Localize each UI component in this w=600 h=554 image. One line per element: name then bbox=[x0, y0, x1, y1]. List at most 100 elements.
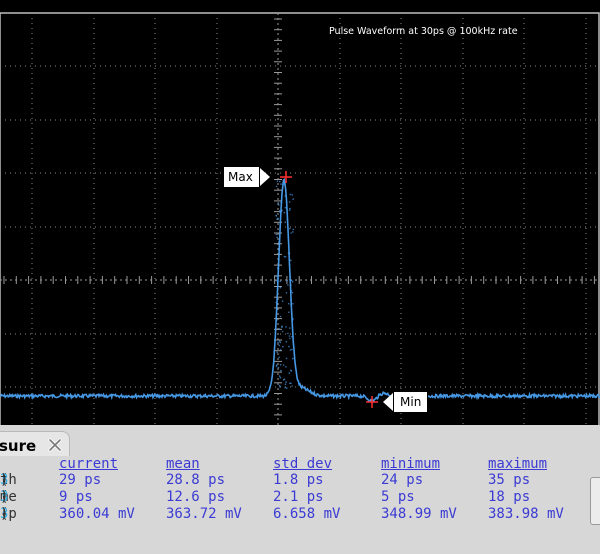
trace-noise-dot bbox=[291, 385, 293, 387]
trace-noise-dot bbox=[275, 279, 277, 282]
trace-noise-dot bbox=[289, 193, 292, 196]
trace-noise-dot bbox=[281, 300, 284, 302]
trace-noise-dot bbox=[288, 209, 291, 211]
measurement-row-width[interactable]: th(3) 29 ps 28.8 ps 1.8 ps 24 ps 35 ps bbox=[0, 472, 600, 489]
trace-noise-dot bbox=[277, 281, 279, 283]
trace-noise-dot bbox=[292, 228, 295, 231]
trace-noise-dot bbox=[275, 185, 278, 188]
trace-noise-dot bbox=[279, 386, 281, 388]
graticule-frame bbox=[0, 12, 600, 425]
trace-noise-dot bbox=[287, 252, 290, 255]
trace-noise-dot bbox=[275, 233, 278, 236]
trace-noise-dot bbox=[278, 340, 281, 343]
trace-noise-dot bbox=[287, 332, 289, 335]
trace-noise-dot bbox=[288, 345, 290, 348]
trace-noise-dot bbox=[291, 348, 293, 351]
measurement-header-row: current mean std dev minimum maximum bbox=[0, 456, 600, 473]
value-current: 360.04 mV bbox=[59, 506, 135, 522]
trace-noise-dot bbox=[289, 227, 291, 230]
trace-noise-dot bbox=[286, 218, 289, 221]
trace-noise-dot bbox=[286, 201, 288, 203]
trace-noise-dot bbox=[279, 349, 282, 351]
value-maximum: 18 ps bbox=[488, 489, 531, 505]
header-std-dev: std dev bbox=[273, 456, 333, 472]
value-minimum: 5 ps bbox=[381, 489, 415, 505]
trace-noise-dot bbox=[275, 301, 278, 304]
panel-side-button[interactable] bbox=[590, 477, 600, 525]
trace-noise-dot bbox=[292, 198, 295, 200]
trace-noise-dot bbox=[279, 226, 281, 229]
measure-tab[interactable]: sure bbox=[0, 431, 70, 456]
trace-noise-dot bbox=[287, 302, 290, 305]
measure-panel: sure current mean std dev minimum maximu… bbox=[0, 425, 600, 554]
value-maximum: 383.98 mV bbox=[488, 506, 564, 522]
trace-noise-dot bbox=[278, 245, 281, 247]
trace-noise-dot bbox=[278, 204, 280, 206]
max-marker-label: Max bbox=[223, 166, 270, 188]
trace-noise-dot bbox=[284, 206, 287, 209]
trace-noise-dot bbox=[285, 292, 288, 294]
trace-noise-dot bbox=[284, 195, 287, 197]
trace-noise-dot bbox=[289, 382, 291, 385]
trace-noise-dot bbox=[281, 326, 283, 329]
trace-noise-dot bbox=[285, 326, 287, 328]
value-maximum: 35 ps bbox=[488, 472, 531, 488]
trace-noise-dot bbox=[278, 180, 281, 183]
header-minimum: minimum bbox=[381, 456, 441, 472]
trace-noise-dot bbox=[292, 303, 294, 305]
trace-noise-dot bbox=[288, 201, 291, 203]
trace-noise-dot bbox=[277, 202, 280, 204]
oscilloscope-display: Pulse Waveform at 30ps @ 100kHz rate Max… bbox=[0, 0, 600, 425]
trace-noise-dot bbox=[276, 180, 279, 182]
trace-noise-dot bbox=[277, 277, 279, 280]
trace-noise-dot bbox=[284, 383, 287, 386]
value-mean: 28.8 ps bbox=[166, 472, 226, 488]
trace-noise-dot bbox=[278, 375, 281, 377]
trace-noise-dot bbox=[292, 231, 294, 233]
measurement-row-peak-to-peak[interactable]: -p(3) 360.04 mV 363.72 mV 6.658 mV 348.9… bbox=[0, 506, 600, 523]
trace-noise-dot bbox=[283, 211, 286, 214]
value-std-dev: 1.8 ps bbox=[273, 472, 324, 488]
trace-noise-dot bbox=[290, 370, 293, 372]
close-icon[interactable] bbox=[47, 437, 63, 453]
trace-noise-dot bbox=[289, 278, 291, 281]
trace-noise-dot bbox=[291, 336, 293, 338]
trace-noise-dot bbox=[282, 345, 284, 348]
trace-noise-dot bbox=[279, 210, 281, 212]
waveform-graticule bbox=[0, 12, 600, 425]
trace-noise-dot bbox=[289, 327, 291, 329]
trace-noise-dot bbox=[280, 183, 282, 185]
trace-noise-dot bbox=[278, 328, 281, 330]
trace-noise-dot bbox=[285, 340, 288, 343]
trace-noise-dot bbox=[284, 256, 287, 258]
trace-noise-dot bbox=[281, 209, 283, 212]
trace-noise-dot bbox=[286, 280, 288, 282]
trace-noise-dot bbox=[275, 214, 278, 217]
trace-noise-dot bbox=[276, 267, 279, 269]
value-std-dev: 6.658 mV bbox=[273, 506, 341, 522]
trace-noise-dot bbox=[288, 264, 291, 266]
measurement-row-time[interactable]: me(3) 9 ps 12.6 ps 2.1 ps 5 ps 18 ps bbox=[0, 489, 600, 506]
value-mean: 363.72 mV bbox=[166, 506, 242, 522]
trace-noise-dot bbox=[277, 341, 279, 344]
trace-noise-dot bbox=[290, 290, 293, 292]
trace-noise-dot bbox=[289, 207, 291, 210]
value-current: 29 ps bbox=[59, 472, 102, 488]
header-mean: mean bbox=[166, 456, 200, 472]
trace-noise-dot bbox=[289, 337, 291, 340]
trace-noise-dot bbox=[283, 183, 286, 185]
trace-noise-dot bbox=[288, 335, 291, 337]
trace-noise-dot bbox=[286, 208, 288, 211]
trace-noise-dot bbox=[283, 378, 286, 381]
trace-noise-dot bbox=[285, 381, 287, 383]
min-marker-label: Min bbox=[382, 391, 429, 413]
trace-noise-dot bbox=[291, 194, 294, 196]
trace-noise-dot bbox=[290, 284, 292, 286]
trace-noise-dot bbox=[281, 330, 284, 333]
header-current: current bbox=[59, 456, 119, 472]
value-current: 9 ps bbox=[59, 489, 93, 505]
trace-noise-dot bbox=[292, 357, 294, 360]
trace-noise-dot bbox=[277, 241, 280, 243]
trace-noise-dot bbox=[276, 236, 279, 238]
value-minimum: 348.99 mV bbox=[381, 506, 457, 522]
